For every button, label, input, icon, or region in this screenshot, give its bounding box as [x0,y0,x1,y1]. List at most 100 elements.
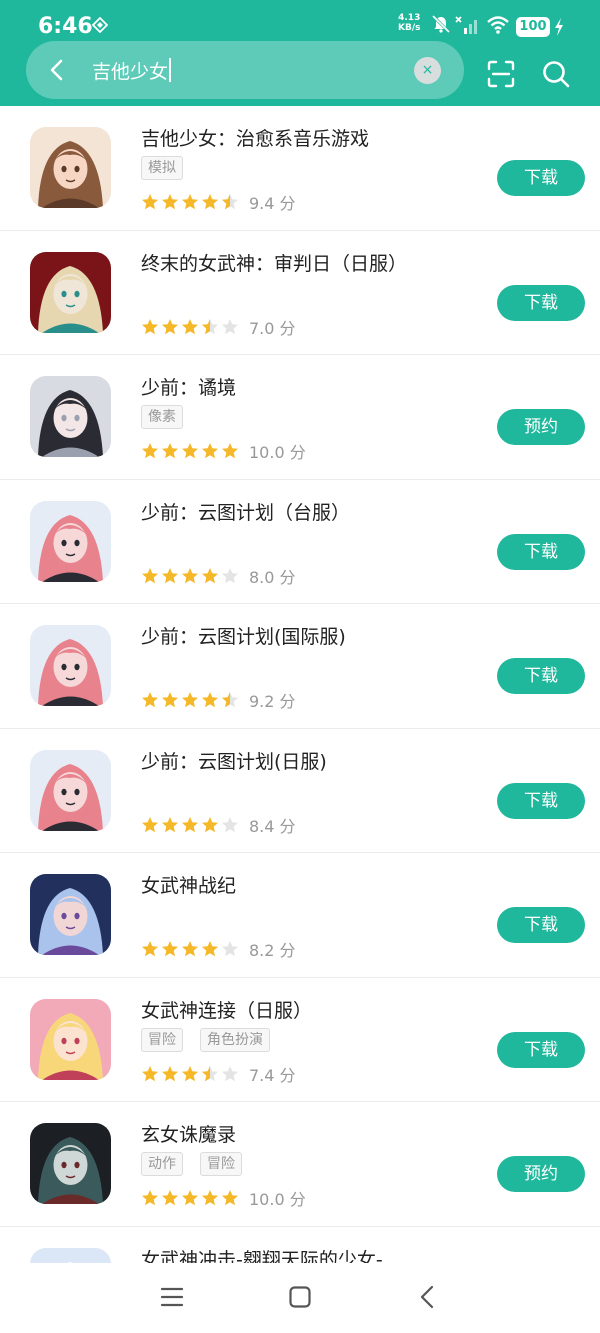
charging-bolt-icon [555,18,563,36]
search-icon[interactable] [540,58,572,90]
tag-list: 冒险 角色扮演 [141,1027,270,1052]
app-icon-art [30,500,111,582]
download-button[interactable]: 下载 [497,160,585,196]
result-item[interactable]: 少前：云图计划(日服) 8.4 分 下载 [0,729,600,853]
app-name: 女武神连接（日服） [141,999,313,1022]
score-text: 10.0 分 [249,443,306,462]
search-results-list[interactable]: 吉他少女：治愈系音乐游戏 模拟 9.4 分下载 终末的女武神：审判日（日服） 7.0 分… [0,106,600,1263]
wifi-icon [487,16,509,34]
app-icon-art [30,998,111,1080]
star-filled-icon [142,567,158,583]
result-item[interactable]: 少前：云图计划（台服） 8.0 分 下载 [0,480,600,604]
app-name: 少前：云图计划(日服) [141,750,327,773]
search-box[interactable]: 吉他少女 × [26,41,464,99]
tag-list: 像素 [141,405,183,429]
app-icon[interactable] [30,1247,111,1263]
result-item[interactable]: 吉他少女：治愈系音乐游戏 模拟 9.4 分 下载 [0,106,600,231]
result-item[interactable]: 少前：谲境像素 10.0 分 预约 [0,355,600,480]
star-filled-icon [222,1190,238,1206]
tag-list: 模拟 [141,156,183,180]
star-filled-icon [202,194,218,210]
star-filled-icon [162,1065,178,1081]
nav-back-icon[interactable] [416,1285,440,1309]
signal-icon [455,16,477,34]
result-item[interactable]: 女武神连接（日服） 冒险 角色扮演 7.4 分 下载 [0,978,600,1102]
result-item[interactable]: 女武神战纪 8.2 分 下载 [0,853,600,978]
app-icon[interactable] [30,376,111,457]
star-filled-icon [182,1065,198,1081]
star-rating [141,691,241,709]
reserve-button[interactable]: 预约 [497,409,585,445]
star-filled-icon [222,443,238,459]
star-filled-icon [162,443,178,459]
star-filled-icon [202,692,218,708]
search-input[interactable]: 吉他少女 [92,55,172,85]
download-button[interactable]: 下载 [497,907,585,943]
download-button[interactable]: 下载 [497,782,585,819]
star-empty-icon [222,1065,238,1081]
download-button[interactable]: 下载 [497,658,585,694]
app-icon[interactable] [30,1123,111,1204]
app-icon-art [30,749,111,831]
star-filled-icon [182,816,198,832]
result-item[interactable]: 玄女诛魔录 动作 冒险 10.0 分 预约 [0,1102,600,1227]
rating: 9.2 分 [141,688,296,712]
genre-tag: 模拟 [141,156,183,180]
rating: 10.0 分 [141,439,306,463]
star-empty-icon [222,816,238,832]
tag-list: 动作 冒险 [141,1152,242,1176]
star-filled-icon [162,194,178,210]
star-filled-icon [182,1190,198,1206]
app-icon[interactable] [30,251,111,333]
star-filled-icon [202,941,218,957]
rating: 8.4 分 [141,813,296,837]
app-icon[interactable] [30,127,111,208]
rating: 8.0 分 [141,564,296,588]
download-button[interactable]: 下载 [497,533,585,570]
score-text: 9.2 分 [249,692,296,711]
app-icon[interactable] [30,625,111,706]
scan-icon[interactable] [485,58,517,90]
rating: 7.4 分 [141,1062,296,1086]
reserve-button[interactable]: 预约 [497,1156,585,1192]
net-speed: 4.13 KB/s [398,13,421,33]
back-arrow-icon[interactable] [46,58,68,82]
score-text: 8.2 分 [249,941,296,960]
star-filled-icon [202,816,218,832]
star-filled-icon [142,816,158,832]
download-button[interactable]: 下载 [497,1031,585,1068]
star-empty-icon [222,318,238,334]
clear-search-button[interactable]: × [414,57,441,84]
app-name: 少前：谲境 [141,377,237,399]
score-text: 9.4 分 [249,194,296,213]
menu-icon[interactable] [160,1285,184,1309]
result-item[interactable]: 终末的女武神：审判日（日服） 7.0 分 下载 [0,231,600,355]
app-icon-art [30,1247,111,1263]
score-text: 7.4 分 [249,1065,296,1085]
rating: 9.4 分 [141,190,296,214]
app-icon[interactable] [30,998,111,1080]
genre-tag: 角色扮演 [200,1027,270,1052]
star-filled-icon [162,941,178,957]
app-icon[interactable] [30,749,111,831]
app-name: 女武神冲击-翱翔天际的少女- [141,1248,383,1264]
star-filled-icon [162,816,178,832]
app-name: 女武神战纪 [141,875,237,897]
result-item[interactable]: 少前：云图计划(国际服) 9.2 分 下载 [0,604,600,729]
star-filled-icon [162,567,178,583]
app-icon[interactable] [30,874,111,955]
status-time: 6:46 [38,14,93,39]
status-bar: 6:46 4.13 KB/s 100 [0,0,600,40]
star-filled-icon [142,318,158,334]
star-half-icon [222,194,238,210]
app-icon-art [30,127,111,208]
app-icon[interactable] [30,500,111,582]
star-filled-icon [182,194,198,210]
home-icon[interactable] [288,1285,312,1309]
star-filled-icon [182,318,198,334]
score-text: 10.0 分 [249,1190,306,1209]
download-button[interactable]: 下载 [497,284,585,321]
genre-tag: 冒险 [200,1152,242,1176]
search-query-text: 吉他少女 [92,60,169,83]
result-item[interactable]: 女武神冲击-翱翔天际的少女- [0,1227,600,1264]
